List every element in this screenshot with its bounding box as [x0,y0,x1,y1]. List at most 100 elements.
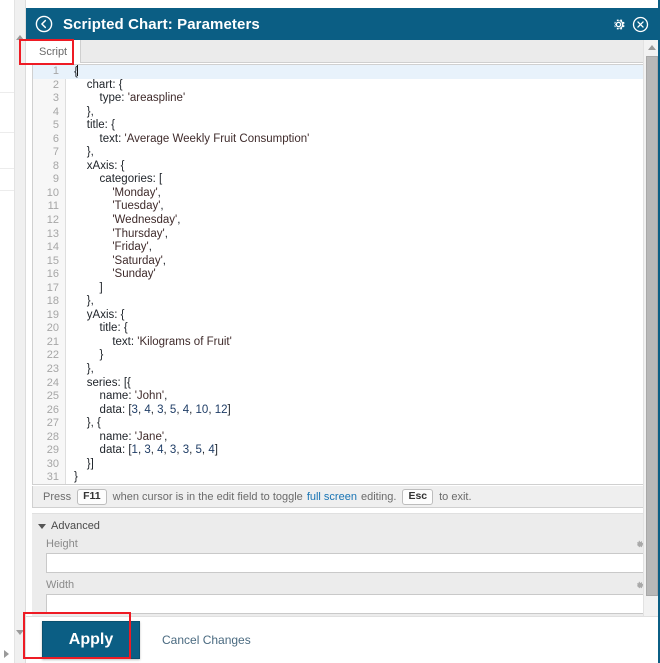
width-input[interactable] [46,594,646,614]
panel-title: Scripted Chart: Parameters [63,15,260,33]
code-text: }, [74,295,94,308]
script-editor[interactable]: 1{2 chart: {3 type: 'areaspline'4 },5 ti… [32,64,654,485]
line-number: 5 [52,119,59,132]
circle-chevron-left-icon[interactable] [34,14,54,34]
code-text: ] [74,281,103,294]
code-line[interactable]: 15 'Saturday', [33,255,653,269]
code-line[interactable]: 29 data: [1, 3, 4, 3, 3, 5, 4] [33,444,653,458]
code-text: 'Sunday' [112,268,156,281]
height-input[interactable] [46,553,646,573]
code-line[interactable]: 30 }] [33,458,653,472]
hint-text-3: editing. [360,490,397,503]
background-left-column [0,0,15,663]
line-number: 12 [46,214,59,227]
code-text: xAxis: { [74,159,125,172]
code-text: data: [3, 4, 3, 5, 4, 10, 12] [74,403,231,416]
line-number: 29 [46,444,59,457]
code-text: data: [1, 3, 4, 3, 3, 5, 4] [74,444,218,457]
height-label: Height [46,538,78,550]
code-line[interactable]: 13 'Thursday', [33,228,653,242]
code-line[interactable]: 24 series: [{ [33,377,653,391]
full-screen-link[interactable]: full screen [307,491,357,503]
line-number: 21 [46,335,59,348]
line-number: 18 [46,295,59,308]
code-line[interactable]: 27 }, { [33,417,653,431]
tab-strip: Script [26,40,660,63]
code-text: title: { [74,119,115,132]
code-text: }, { [74,417,101,430]
line-number: 17 [46,281,59,294]
code-line[interactable]: 8 xAxis: { [33,160,653,174]
line-number: 22 [46,349,59,362]
hint-text-2: when cursor is in the edit field to togg… [112,490,303,503]
width-label: Width [46,579,75,591]
code-line[interactable]: 7 }, [33,146,653,160]
code-line[interactable]: 22 } [33,349,653,363]
code-text: text: 'Average Weekly Fruit Consumption' [74,132,310,145]
code-line[interactable]: 3 type: 'areaspline' [33,92,653,106]
apply-button[interactable]: Apply [42,621,140,659]
code-text: chart: { [74,78,123,91]
code-line[interactable]: 18 }, [33,295,653,309]
line-number: 19 [46,308,59,321]
code-line[interactable]: 14 'Friday', [33,241,653,255]
line-number: 16 [46,268,59,281]
code-content[interactable]: 1{2 chart: {3 type: 'areaspline'4 },5 ti… [33,65,653,484]
code-text: 'Saturday', [112,254,166,267]
hint-text-4: to exit. [439,490,472,503]
code-text: 'Monday', [112,186,161,199]
panel-footer: Apply Cancel Changes [26,616,660,663]
code-text: text: 'Kilograms of Fruit' [74,335,232,348]
background-page-scrollbar[interactable] [15,0,26,663]
code-text: categories: [ [74,173,163,186]
code-line[interactable]: 11 'Tuesday', [33,200,653,214]
code-line[interactable]: 5 title: { [33,119,653,133]
line-number: 31 [46,471,59,484]
code-text: }, [74,105,94,118]
line-number: 13 [46,227,59,240]
parameters-panel: Scripted Chart: Parameters Script 1 2 ch… [26,0,660,663]
code-line[interactable]: 26 data: [3, 4, 3, 5, 4, 10, 12] [33,404,653,418]
code-line[interactable]: 28 name: 'Jane', [33,431,653,445]
line-number: 24 [46,376,59,389]
code-line[interactable]: 10 'Monday', [33,187,653,201]
caret-down-icon [38,523,46,529]
line-number: 14 [46,241,59,254]
line-number: 27 [46,417,59,430]
advanced-toggle[interactable]: Advanced [32,514,654,535]
code-text: } [74,349,104,362]
code-line[interactable]: 12 'Wednesday', [33,214,653,228]
line-number: 3 [52,92,59,105]
code-line[interactable]: 23 }, [33,363,653,377]
gear-icon[interactable] [609,15,628,34]
code-line[interactable]: 31} [33,471,653,484]
kbd-esc: Esc [402,488,434,505]
code-text: type: 'areaspline' [74,92,186,105]
code-text: } [74,471,78,484]
kbd-f11: F11 [77,488,107,505]
code-line[interactable]: 6 text: 'Average Weekly Fruit Consumptio… [33,133,653,147]
scrollbar-thumb[interactable] [646,56,658,596]
editor-hint-bar: Press F11 when cursor is in the edit fie… [32,486,654,508]
scroll-up-icon[interactable] [15,30,25,44]
code-text: }] [74,457,94,470]
code-line[interactable]: 21 text: 'Kilograms of Fruit' [33,336,653,350]
circle-close-icon[interactable] [631,15,650,34]
code-line[interactable]: 1{ [33,65,653,79]
code-line[interactable]: 4 }, [33,106,653,120]
code-line[interactable]: 17 ] [33,282,653,296]
advanced-section: Advanced Height Width [32,513,654,616]
tab-script[interactable]: Script [26,40,82,63]
line-number: 2 [52,78,59,91]
code-line[interactable]: 9 categories: [ [33,173,653,187]
scroll-down-icon[interactable] [15,625,25,639]
code-line[interactable]: 19 yAxis: { [33,309,653,323]
code-text: 'Friday', [112,241,152,254]
cancel-changes-link[interactable]: Cancel Changes [162,633,251,647]
scroll-right-icon[interactable] [2,648,14,660]
code-line[interactable]: 2 chart: { [33,79,653,93]
code-line[interactable]: 25 name: 'John', [33,390,653,404]
code-line[interactable]: 16 'Sunday' [33,268,653,282]
line-number: 1 [52,65,59,77]
code-line[interactable]: 20 title: { [33,322,653,336]
